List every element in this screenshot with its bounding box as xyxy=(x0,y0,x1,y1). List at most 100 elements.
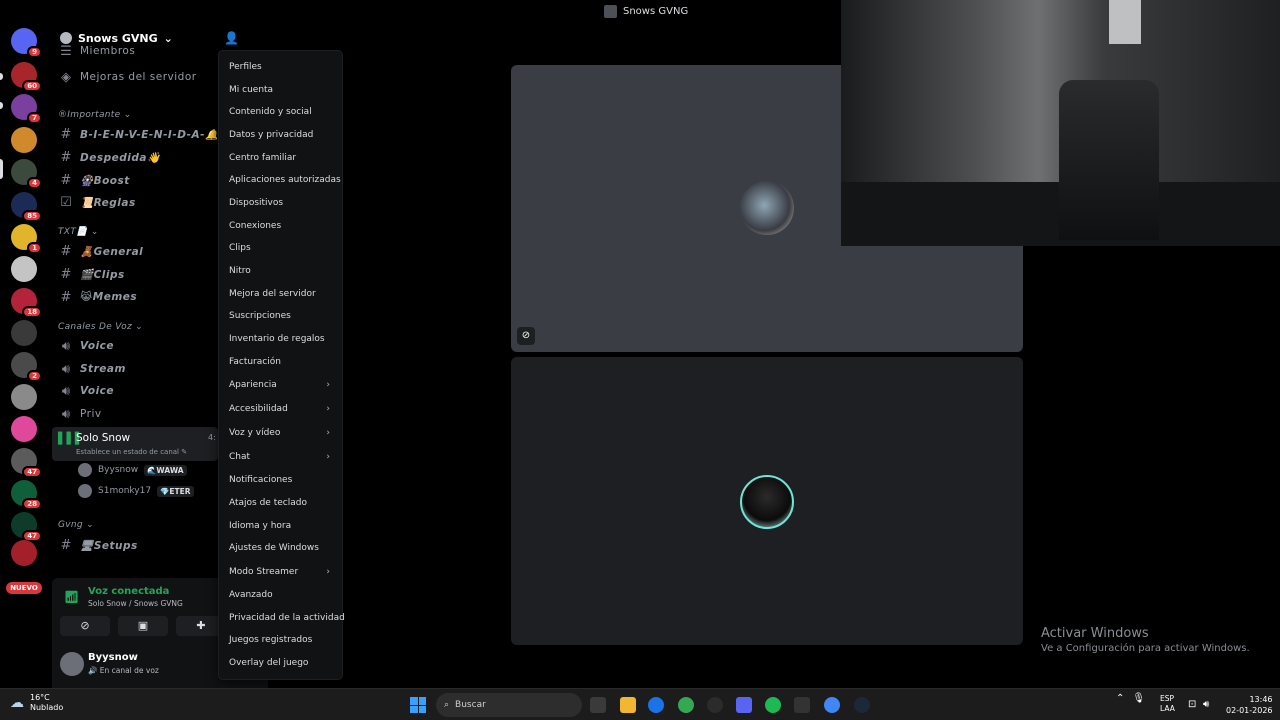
voice-channel-voice[interactable]: 🔊︎ Voice xyxy=(52,336,246,356)
menu-item-perfiles[interactable]: Perfiles xyxy=(229,62,262,72)
category-txt[interactable]: TXT📄 ⌄ xyxy=(58,227,99,237)
menu-item-avanzado[interactable]: Avanzado xyxy=(229,590,273,600)
server-icon[interactable]: 7 xyxy=(11,94,42,124)
signal-icon[interactable]: 📶︎ xyxy=(64,590,79,604)
chrome-profile-icon[interactable] xyxy=(678,697,694,713)
menu-item-aplicaciones[interactable]: Aplicaciones autorizadas xyxy=(229,175,341,185)
channel-general[interactable]: # 🧸General xyxy=(52,241,246,261)
menu-item-nitro[interactable]: Nitro xyxy=(229,266,251,276)
chrome-icon[interactable] xyxy=(648,697,664,713)
hash-icon: # xyxy=(60,537,72,553)
voice-channel-stream[interactable]: 🔊︎ Stream xyxy=(52,359,246,379)
language-indicator[interactable]: ESP LAA xyxy=(1160,694,1175,714)
discord-home-icon[interactable]: 9 xyxy=(11,28,42,58)
server-icon[interactable]: 47 xyxy=(11,512,42,542)
menu-item-privacidad-actividad[interactable]: Privacidad de la actividad xyxy=(229,613,345,623)
weather-widget[interactable]: ☁ 16°C Nublado xyxy=(10,693,63,713)
channel-label: 🎬Clips xyxy=(80,268,125,281)
server-icon[interactable] xyxy=(11,384,37,410)
menu-item-clips[interactable]: Clips xyxy=(229,243,251,253)
menu-item-juegos-registrados[interactable]: Juegos registrados xyxy=(229,635,312,645)
menu-item-facturacion[interactable]: Facturación xyxy=(229,357,281,367)
category-voice[interactable]: Canales De Voz ⌄ xyxy=(58,322,143,332)
voice-user[interactable]: Byysnow 🌊WAWA xyxy=(78,461,187,479)
chevron-right-icon: › xyxy=(326,380,330,390)
menu-item-inventario-regalos[interactable]: Inventario de regalos xyxy=(229,334,325,344)
menu-item-contenido-social[interactable]: Contenido y social xyxy=(229,107,312,117)
menu-item-centro-familiar[interactable]: Centro familiar xyxy=(229,153,296,163)
menu-item-voz-video[interactable]: Voz y vídeo xyxy=(229,428,280,438)
channel-reglas[interactable]: ☑ 📜Reglas xyxy=(52,192,246,212)
menu-item-chat[interactable]: Chat xyxy=(229,452,250,462)
server-icon[interactable] xyxy=(11,416,37,442)
epic-games-icon[interactable] xyxy=(794,697,810,713)
mention-badge: 18 xyxy=(22,306,42,318)
menu-item-mejora-servidor[interactable]: Mejora del servidor xyxy=(229,289,316,299)
chevron-right-icon: › xyxy=(326,567,330,577)
windows-start-icon[interactable] xyxy=(410,697,426,713)
invite-people-icon[interactable]: 👤 xyxy=(224,31,239,45)
members-link[interactable]: ☰ Miembros xyxy=(52,44,246,59)
menu-item-atajos[interactable]: Atajos de teclado xyxy=(229,498,307,508)
menu-item-suscripciones[interactable]: Suscripciones xyxy=(229,311,291,321)
avatar[interactable] xyxy=(60,652,84,676)
menu-item-apariencia[interactable]: Apariencia xyxy=(229,380,277,390)
voice-user[interactable]: S1monky17 💎ETER xyxy=(78,482,194,500)
channel-memes[interactable]: # 😹Memes xyxy=(52,287,246,307)
category-label: TXT📄 xyxy=(58,227,88,237)
menu-item-idioma-hora[interactable]: Idioma y hora xyxy=(229,521,291,531)
mention-badge: 1 xyxy=(27,242,42,254)
category-gvng[interactable]: Gvng ⌄ xyxy=(58,520,94,530)
volume-icon[interactable]: 🔊︎ xyxy=(1203,699,1209,710)
menu-item-notificaciones[interactable]: Notificaciones xyxy=(229,475,292,485)
screen-share-button[interactable]: ▣ xyxy=(118,616,168,636)
video-tile[interactable] xyxy=(511,357,1023,645)
voice-channel-solo-snow[interactable]: ▌▌▌ Solo Snow Establece un estado de can… xyxy=(52,427,218,461)
menu-item-mi-cuenta[interactable]: Mi cuenta xyxy=(229,85,273,95)
menu-item-ajustes-windows[interactable]: Ajustes de Windows xyxy=(229,543,319,553)
menu-item-overlay[interactable]: Overlay del juego xyxy=(229,658,308,668)
microphone-icon[interactable]: 🎙︎ xyxy=(1132,693,1145,704)
channel-despedida[interactable]: # Despedida👋 xyxy=(52,147,246,167)
camera-off-button[interactable]: ⊘ xyxy=(60,616,110,636)
server-icon[interactable]: 47 xyxy=(11,448,42,478)
server-boosts-link[interactable]: ◈ Mejoras del servidor xyxy=(52,67,246,87)
server-icon[interactable]: 85 xyxy=(11,192,42,222)
server-icon[interactable]: 2 xyxy=(11,352,42,382)
menu-item-modo-streamer[interactable]: Modo Streamer xyxy=(229,567,298,577)
server-icon[interactable]: 18 xyxy=(11,288,42,318)
file-explorer-icon[interactable] xyxy=(620,697,636,713)
server-icon[interactable] xyxy=(11,540,37,566)
server-icon[interactable]: 60 xyxy=(11,62,42,92)
menu-item-conexiones[interactable]: Conexiones xyxy=(229,221,281,231)
category-important[interactable]: ®Importante ⌄ xyxy=(58,110,131,120)
server-icon[interactable]: 1 xyxy=(11,224,42,254)
voice-channel-voice-2[interactable]: 🔊︎ Voice xyxy=(52,381,246,401)
task-view-icon[interactable] xyxy=(590,697,606,713)
spotify-icon[interactable] xyxy=(765,697,781,713)
menu-item-accesibilidad[interactable]: Accesibilidad xyxy=(229,404,288,414)
menu-item-datos-privacidad[interactable]: Datos y privacidad xyxy=(229,130,313,140)
webcam-preview[interactable] xyxy=(841,0,1280,246)
taskbar-clock[interactable]: 13:46 02-01-2026 xyxy=(1226,694,1273,716)
server-icon[interactable] xyxy=(11,320,37,346)
server-icon[interactable] xyxy=(11,256,37,282)
steam-icon[interactable] xyxy=(854,697,870,713)
obs-icon[interactable] xyxy=(707,697,723,713)
server-icon[interactable] xyxy=(11,127,37,153)
chrome-alt-icon[interactable] xyxy=(824,697,840,713)
channel-setups[interactable]: # 🖥Setups xyxy=(52,535,246,555)
network-icon[interactable]: ⊡ xyxy=(1188,699,1196,710)
channel-bienvenida[interactable]: # B-I-E-N-V-E-N-I-D-A-🔔 xyxy=(52,124,246,144)
menu-item-dispositivos[interactable]: Dispositivos xyxy=(229,198,283,208)
taskbar-search[interactable]: ⌕ Buscar xyxy=(436,693,582,717)
chevron-up-icon[interactable]: ⌃ xyxy=(1116,693,1124,704)
discord-icon[interactable] xyxy=(736,697,752,713)
channel-boost[interactable]: # 🎡Boost xyxy=(52,170,246,190)
server-icon[interactable]: 28 xyxy=(11,480,42,510)
server-icon[interactable]: 4 xyxy=(11,159,42,189)
channel-status-prompt[interactable]: Establece un estado de canal ✎ xyxy=(76,448,187,456)
voice-channel-priv[interactable]: 🔊︎ Priv xyxy=(52,404,246,424)
channel-clips[interactable]: # 🎬Clips xyxy=(52,264,246,284)
chevron-right-icon: › xyxy=(326,428,330,438)
